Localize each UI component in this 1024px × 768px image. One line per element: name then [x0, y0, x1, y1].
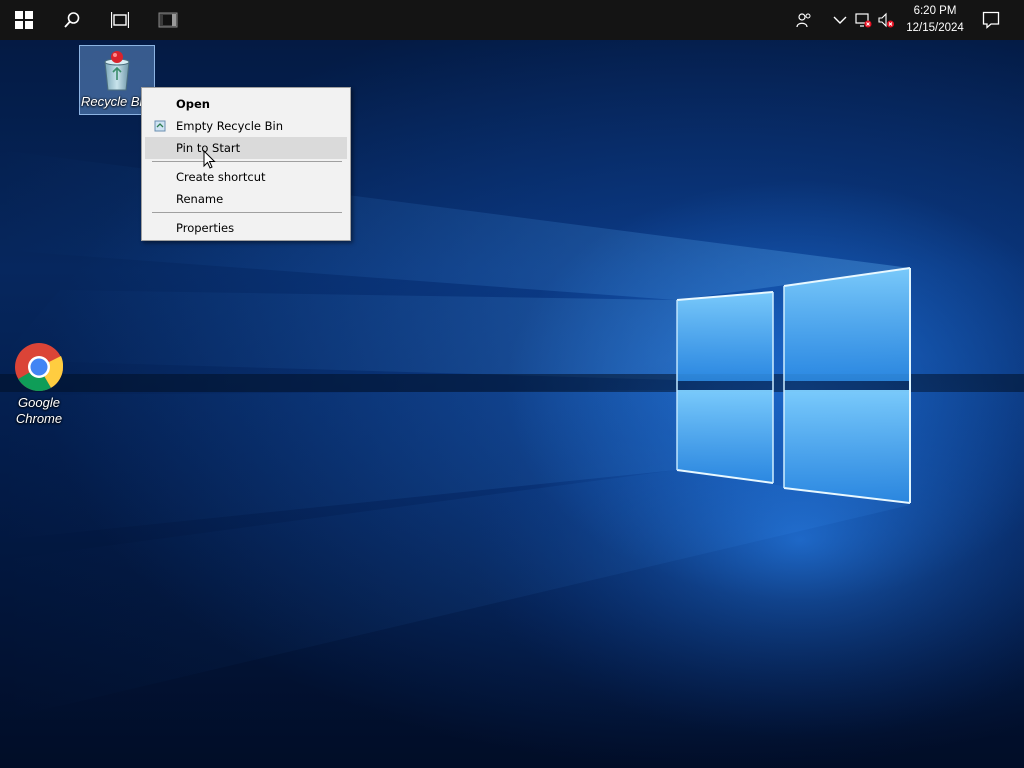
chrome-icon	[15, 343, 64, 392]
menu-item-rename[interactable]: Rename	[145, 188, 347, 210]
people-button[interactable]	[792, 0, 816, 40]
context-menu: Open Empty Recycle Bin Pin to Start Crea…	[141, 87, 351, 241]
menu-item-label: Open	[176, 97, 210, 111]
start-button[interactable]	[0, 0, 48, 40]
desktop-icon-google-chrome[interactable]: Google Chrome	[1, 342, 77, 427]
recycle-small-icon	[154, 120, 166, 132]
show-hidden-icons-button[interactable]	[830, 0, 850, 40]
taskbar-app-button[interactable]	[144, 0, 192, 40]
chrome-label-line2: Chrome	[15, 411, 63, 426]
taskbar-clock[interactable]: 6:20 PM 12/15/2024	[900, 3, 970, 37]
menu-item-label: Rename	[176, 192, 224, 206]
menu-item-label: Empty Recycle Bin	[176, 119, 284, 133]
menu-item-pin-to-start[interactable]: Pin to Start	[145, 137, 347, 159]
volume-button[interactable]	[876, 0, 896, 40]
chevron-down-icon	[833, 16, 847, 24]
network-disconnected-icon	[855, 13, 872, 28]
menu-item-open[interactable]: Open	[145, 93, 347, 115]
recycle-bin-icon	[104, 51, 130, 91]
task-view-icon	[111, 12, 129, 28]
chrome-label-line1: Google	[18, 395, 60, 410]
menu-item-label: Properties	[176, 221, 235, 235]
mouse-pointer-icon	[203, 150, 216, 169]
menu-item-label: Create shortcut	[176, 170, 266, 184]
task-view-button[interactable]	[96, 0, 144, 40]
taskbar: 6:20 PM 12/15/2024	[0, 0, 1024, 40]
search-button[interactable]	[48, 0, 96, 40]
people-icon	[796, 13, 811, 28]
app-thumbnail-icon	[158, 12, 178, 28]
clock-date: 12/15/2024	[906, 22, 964, 34]
menu-item-create-shortcut[interactable]: Create shortcut	[145, 166, 347, 188]
menu-separator	[152, 212, 342, 213]
menu-item-empty-recycle-bin[interactable]: Empty Recycle Bin	[145, 115, 347, 137]
clock-time: 6:20 PM	[913, 5, 957, 17]
action-center-button[interactable]	[974, 0, 1008, 40]
action-center-icon	[982, 11, 1000, 29]
menu-item-properties[interactable]: Properties	[145, 217, 347, 239]
volume-muted-icon	[878, 12, 894, 28]
search-icon	[64, 12, 80, 28]
menu-separator	[152, 161, 342, 162]
windows-start-icon	[15, 11, 33, 29]
network-button[interactable]	[854, 0, 874, 40]
